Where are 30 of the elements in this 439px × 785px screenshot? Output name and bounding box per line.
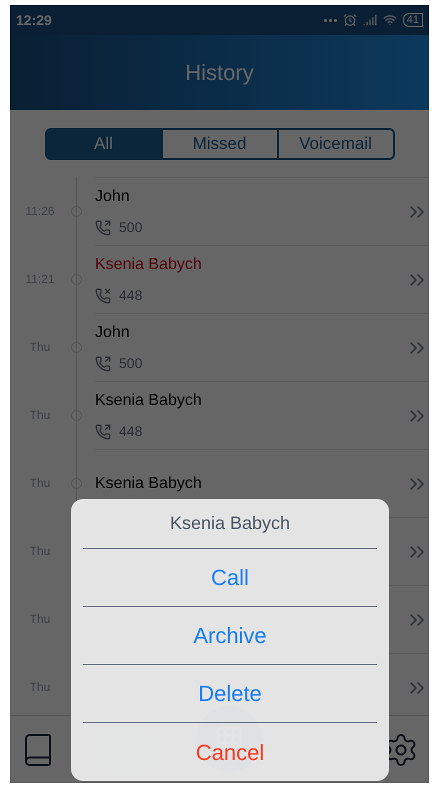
phone-number: 500 (119, 218, 142, 237)
sheet-action[interactable]: Call (83, 549, 377, 607)
filter-tab[interactable]: All (46, 130, 160, 158)
wifi-icon (382, 13, 397, 27)
outgoing-call-icon (95, 424, 111, 440)
outgoing-call-icon (95, 356, 111, 372)
battery-level: 41 (402, 13, 423, 27)
sheet-action[interactable]: Archive (83, 607, 377, 665)
status-time: 12:29 (16, 10, 52, 30)
phone-number: 500 (119, 354, 142, 373)
contact-name: John (95, 187, 131, 207)
phone-number: 448 (119, 422, 142, 441)
outgoing-call-icon (95, 220, 111, 236)
call-row[interactable]: John 500 (95, 177, 429, 245)
missed-call-icon (95, 288, 111, 304)
call-row[interactable]: John 500 (95, 313, 429, 381)
sheet-action[interactable]: Delete (83, 665, 377, 723)
contact-name: John (95, 323, 131, 343)
sheet-action[interactable]: Cancel (83, 723, 377, 781)
more-icon (324, 18, 337, 22)
filter-tab[interactable]: Voicemail (276, 130, 392, 158)
phone-number: 448 (119, 286, 142, 305)
contact-name: Ksenia Babych (95, 255, 203, 275)
signal-icon (362, 13, 377, 27)
call-row[interactable]: Ksenia Babych 448 (95, 245, 429, 313)
call-row[interactable]: Ksenia Babych 448 (95, 381, 429, 449)
contact-name: Ksenia Babych (95, 391, 203, 411)
contact-name: Ksenia Babych (95, 474, 203, 494)
header-title: History (185, 59, 254, 87)
alarm-icon (342, 13, 357, 27)
